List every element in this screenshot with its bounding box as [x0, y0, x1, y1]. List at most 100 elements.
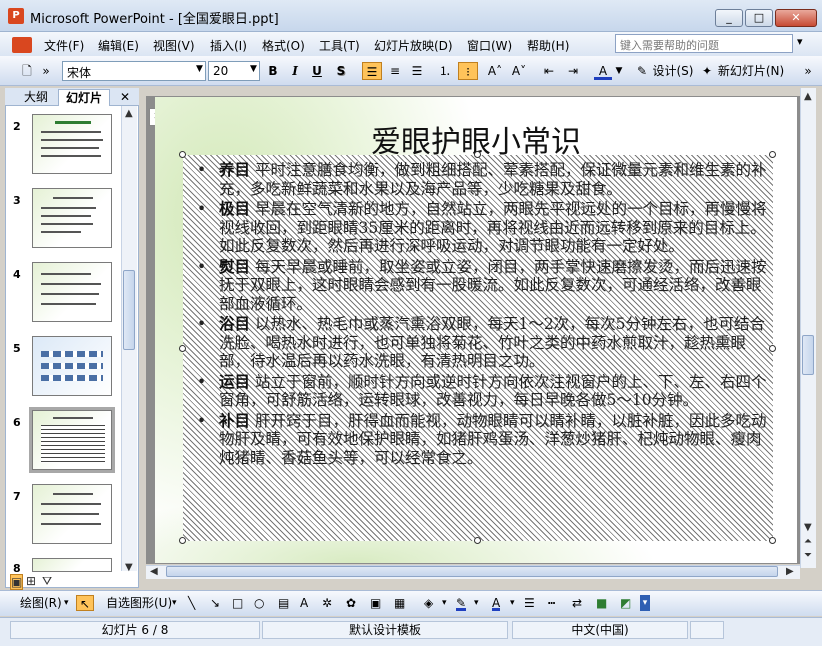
menu-edit[interactable]: 编辑(E): [98, 37, 139, 54]
fill-color-icon[interactable]: ◈: [424, 595, 433, 611]
line-icon[interactable]: ╲: [188, 595, 195, 611]
menu-help[interactable]: 帮助(H): [527, 37, 569, 54]
chevron-down-icon[interactable]: ▾: [442, 595, 447, 611]
resize-handle[interactable]: [179, 345, 186, 352]
slide-thumbnail-7[interactable]: [32, 484, 112, 544]
slide-thumbnail-4[interactable]: [32, 262, 112, 322]
slide-thumbnail-8[interactable]: [32, 558, 112, 572]
arrow-icon[interactable]: ↘: [210, 595, 220, 611]
menu-file[interactable]: 文件(F): [44, 37, 84, 54]
oval-icon[interactable]: ○: [254, 595, 264, 611]
3d-style-icon[interactable]: ◩: [620, 595, 631, 611]
normal-view-icon[interactable]: ▣: [10, 574, 24, 590]
menu-format[interactable]: 格式(O): [262, 37, 305, 54]
menu-slideshow[interactable]: 幻灯片放映(D): [374, 37, 453, 54]
slide-thumbnail-6[interactable]: [29, 407, 115, 473]
bold-button[interactable]: B: [264, 62, 282, 80]
insert-picture-icon[interactable]: ▦: [394, 595, 405, 611]
sorter-view-icon[interactable]: ⊞: [26, 574, 36, 588]
chevron-down-icon[interactable]: ▼: [196, 64, 203, 74]
chevron-down-icon[interactable]: ▾: [64, 595, 69, 611]
align-right-icon[interactable]: ☰: [408, 62, 426, 80]
bullet-list[interactable]: • 养目 平时注意膳食均衡，做到粗细搭配、荤素搭配，保证微量元素和维生素的补充，多…: [191, 160, 771, 469]
maximize-button[interactable]: □: [745, 9, 773, 27]
toolbar-options-icon[interactable]: »: [802, 62, 814, 80]
italic-button[interactable]: I: [286, 62, 304, 80]
chevron-down-icon[interactable]: ▾: [172, 595, 177, 611]
previous-slide-icon[interactable]: ⏶: [804, 536, 812, 547]
toolbar-options-icon[interactable]: ▾: [640, 595, 650, 611]
slideshow-view-icon[interactable]: ⛛: [42, 574, 52, 589]
close-icon[interactable]: ✕: [118, 89, 132, 106]
picture-icon[interactable]: ▣: [370, 595, 381, 611]
numbered-list-icon[interactable]: ⒈: [436, 62, 454, 80]
resize-handle[interactable]: [474, 537, 481, 544]
align-center-icon[interactable]: ≡: [386, 62, 404, 80]
font-name-select[interactable]: 宋体: [62, 61, 206, 81]
scroll-up-icon[interactable]: ▲: [804, 91, 812, 102]
chevron-down-icon[interactable]: ▾: [510, 595, 515, 611]
toolbar-options-icon[interactable]: »: [40, 62, 52, 80]
resize-handle[interactable]: [769, 151, 776, 158]
line-style-icon[interactable]: ☰: [524, 595, 535, 611]
resize-handle[interactable]: [179, 537, 186, 544]
font-color-icon[interactable]: A: [594, 62, 612, 80]
resize-handle[interactable]: [179, 151, 186, 158]
panel-scroll-thumb[interactable]: [123, 270, 135, 350]
shadow-style-icon[interactable]: ■: [596, 595, 607, 611]
resize-handle[interactable]: [474, 151, 481, 158]
menu-tools[interactable]: 工具(T): [319, 37, 360, 54]
increase-font-icon[interactable]: A˄: [486, 62, 504, 80]
tab-outline[interactable]: 大纲: [16, 89, 56, 106]
font-color-icon[interactable]: A: [492, 595, 501, 611]
wordart-icon[interactable]: A: [300, 595, 308, 611]
arrow-style-icon[interactable]: ⇄: [572, 595, 582, 611]
bullet-text: 每天早晨或睡前，取坐姿或立姿，闭目，两手掌快速磨擦发烫，而后迅速按抚于双眼上，这…: [219, 257, 767, 313]
vertical-scrollbar[interactable]: [800, 88, 816, 568]
decrease-indent-icon[interactable]: ⇤: [540, 62, 558, 80]
new-document-icon[interactable]: 🗋: [18, 62, 36, 80]
next-slide-icon[interactable]: ⏷: [804, 550, 812, 561]
scroll-right-icon[interactable]: ▶: [786, 566, 794, 577]
new-slide-button[interactable]: 新幻灯片(N): [716, 62, 786, 80]
scroll-down-icon[interactable]: ▼: [804, 522, 812, 533]
autoshapes-button[interactable]: 自选图形(U): [106, 595, 172, 611]
chevron-down-icon[interactable]: ▾: [474, 595, 479, 611]
slide-thumbnail-3[interactable]: [32, 188, 112, 248]
clipart-icon[interactable]: ✿: [346, 595, 356, 611]
increase-indent-icon[interactable]: ⇥: [564, 62, 582, 80]
align-left-icon[interactable]: ☰: [362, 62, 382, 80]
shadow-button[interactable]: S: [332, 62, 350, 80]
rectangle-icon[interactable]: □: [232, 595, 243, 611]
close-button[interactable]: ✕: [775, 9, 817, 27]
diagram-icon[interactable]: ✲: [322, 595, 332, 611]
underline-button[interactable]: U: [308, 62, 326, 80]
minimize-button[interactable]: _: [715, 9, 743, 27]
bullet-item: • 浴目 以热水、热毛巾或蒸汽熏浴双眼，每天1～2次，每次5分钟左右，也可结合洗脸…: [197, 314, 766, 370]
menu-window[interactable]: 窗口(W): [467, 37, 512, 54]
tab-slides[interactable]: 幻灯片: [58, 89, 110, 106]
decrease-font-icon[interactable]: A˅: [510, 62, 528, 80]
slide-thumbnail-2[interactable]: [32, 114, 112, 174]
draw-menu-button[interactable]: 绘图(R): [20, 595, 62, 611]
select-pointer-icon[interactable]: ↖: [76, 595, 94, 611]
scroll-down-icon[interactable]: ▼: [125, 562, 133, 573]
dash-style-icon[interactable]: ┅: [548, 595, 555, 611]
chevron-down-icon[interactable]: ▼: [614, 62, 624, 80]
horizontal-scroll-thumb[interactable]: [166, 566, 778, 577]
line-color-icon[interactable]: ✎: [456, 595, 467, 611]
scroll-up-icon[interactable]: ▲: [125, 108, 133, 119]
slide-thumbnail-5[interactable]: [32, 336, 112, 396]
textbox-icon[interactable]: ▤: [278, 595, 289, 611]
bullet-list-icon[interactable]: ⁝: [458, 62, 478, 80]
design-button[interactable]: 设计(S): [652, 62, 694, 80]
scroll-left-icon[interactable]: ◀: [150, 566, 158, 577]
chevron-down-icon[interactable]: ▾: [797, 35, 803, 48]
thumb-line: [41, 223, 93, 225]
chevron-down-icon[interactable]: ▼: [250, 64, 257, 74]
vertical-scroll-thumb[interactable]: [802, 335, 814, 375]
menu-insert[interactable]: 插入(I): [210, 37, 247, 54]
resize-handle[interactable]: [769, 537, 776, 544]
help-search-input[interactable]: 键入需要帮助的问题: [615, 34, 793, 53]
menu-view[interactable]: 视图(V): [153, 37, 195, 54]
